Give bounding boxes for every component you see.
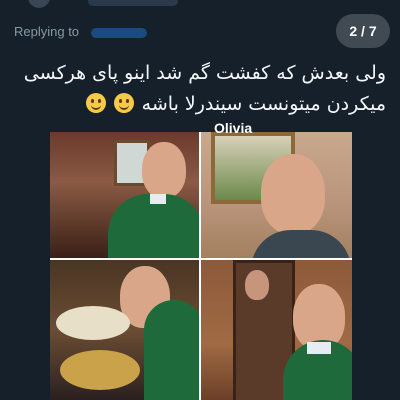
reply-label: Replying to [14, 24, 80, 39]
shirt-collar [150, 194, 166, 204]
man-face [142, 142, 186, 198]
media-counter-text: 2 / 7 [349, 23, 377, 39]
tea-cups [56, 306, 130, 340]
photo-collage[interactable] [50, 132, 352, 400]
photo-mirror[interactable] [201, 260, 352, 400]
tweet-line-2-text: میکردن میتونست سیندرلا باشه [141, 93, 386, 115]
image-watermark: Olivia [214, 120, 253, 136]
redacted-handle-link[interactable] [90, 27, 147, 38]
photo-tea-set[interactable] [50, 260, 199, 400]
redacted-name [88, 0, 178, 6]
man-face [261, 154, 325, 234]
smiling-face-emoji-icon [113, 93, 134, 113]
gold-tray [60, 350, 140, 390]
reply-context: Replying to [14, 24, 147, 39]
photo-closeup[interactable] [201, 132, 352, 258]
gray-sweater [251, 230, 351, 258]
green-sweater [144, 300, 199, 400]
grinning-sweat-emoji-icon [85, 93, 106, 113]
previous-tweet-strip [0, 0, 400, 14]
avatar[interactable] [28, 0, 50, 8]
tweet-line-1: ولی بعدش که کفشت گم شد اینو پای هرکسی [23, 62, 386, 84]
photo-kitchen[interactable] [50, 132, 199, 258]
shirt-collar [307, 342, 331, 354]
tweet-text: ولی بعدش که کفشت گم شد اینو پای هرکسی می… [14, 58, 386, 120]
tweet-line-2: میکردن میتونست سیندرلا باشه [14, 89, 386, 120]
media-counter-badge: 2 / 7 [336, 14, 390, 48]
reflection-face [245, 270, 269, 300]
